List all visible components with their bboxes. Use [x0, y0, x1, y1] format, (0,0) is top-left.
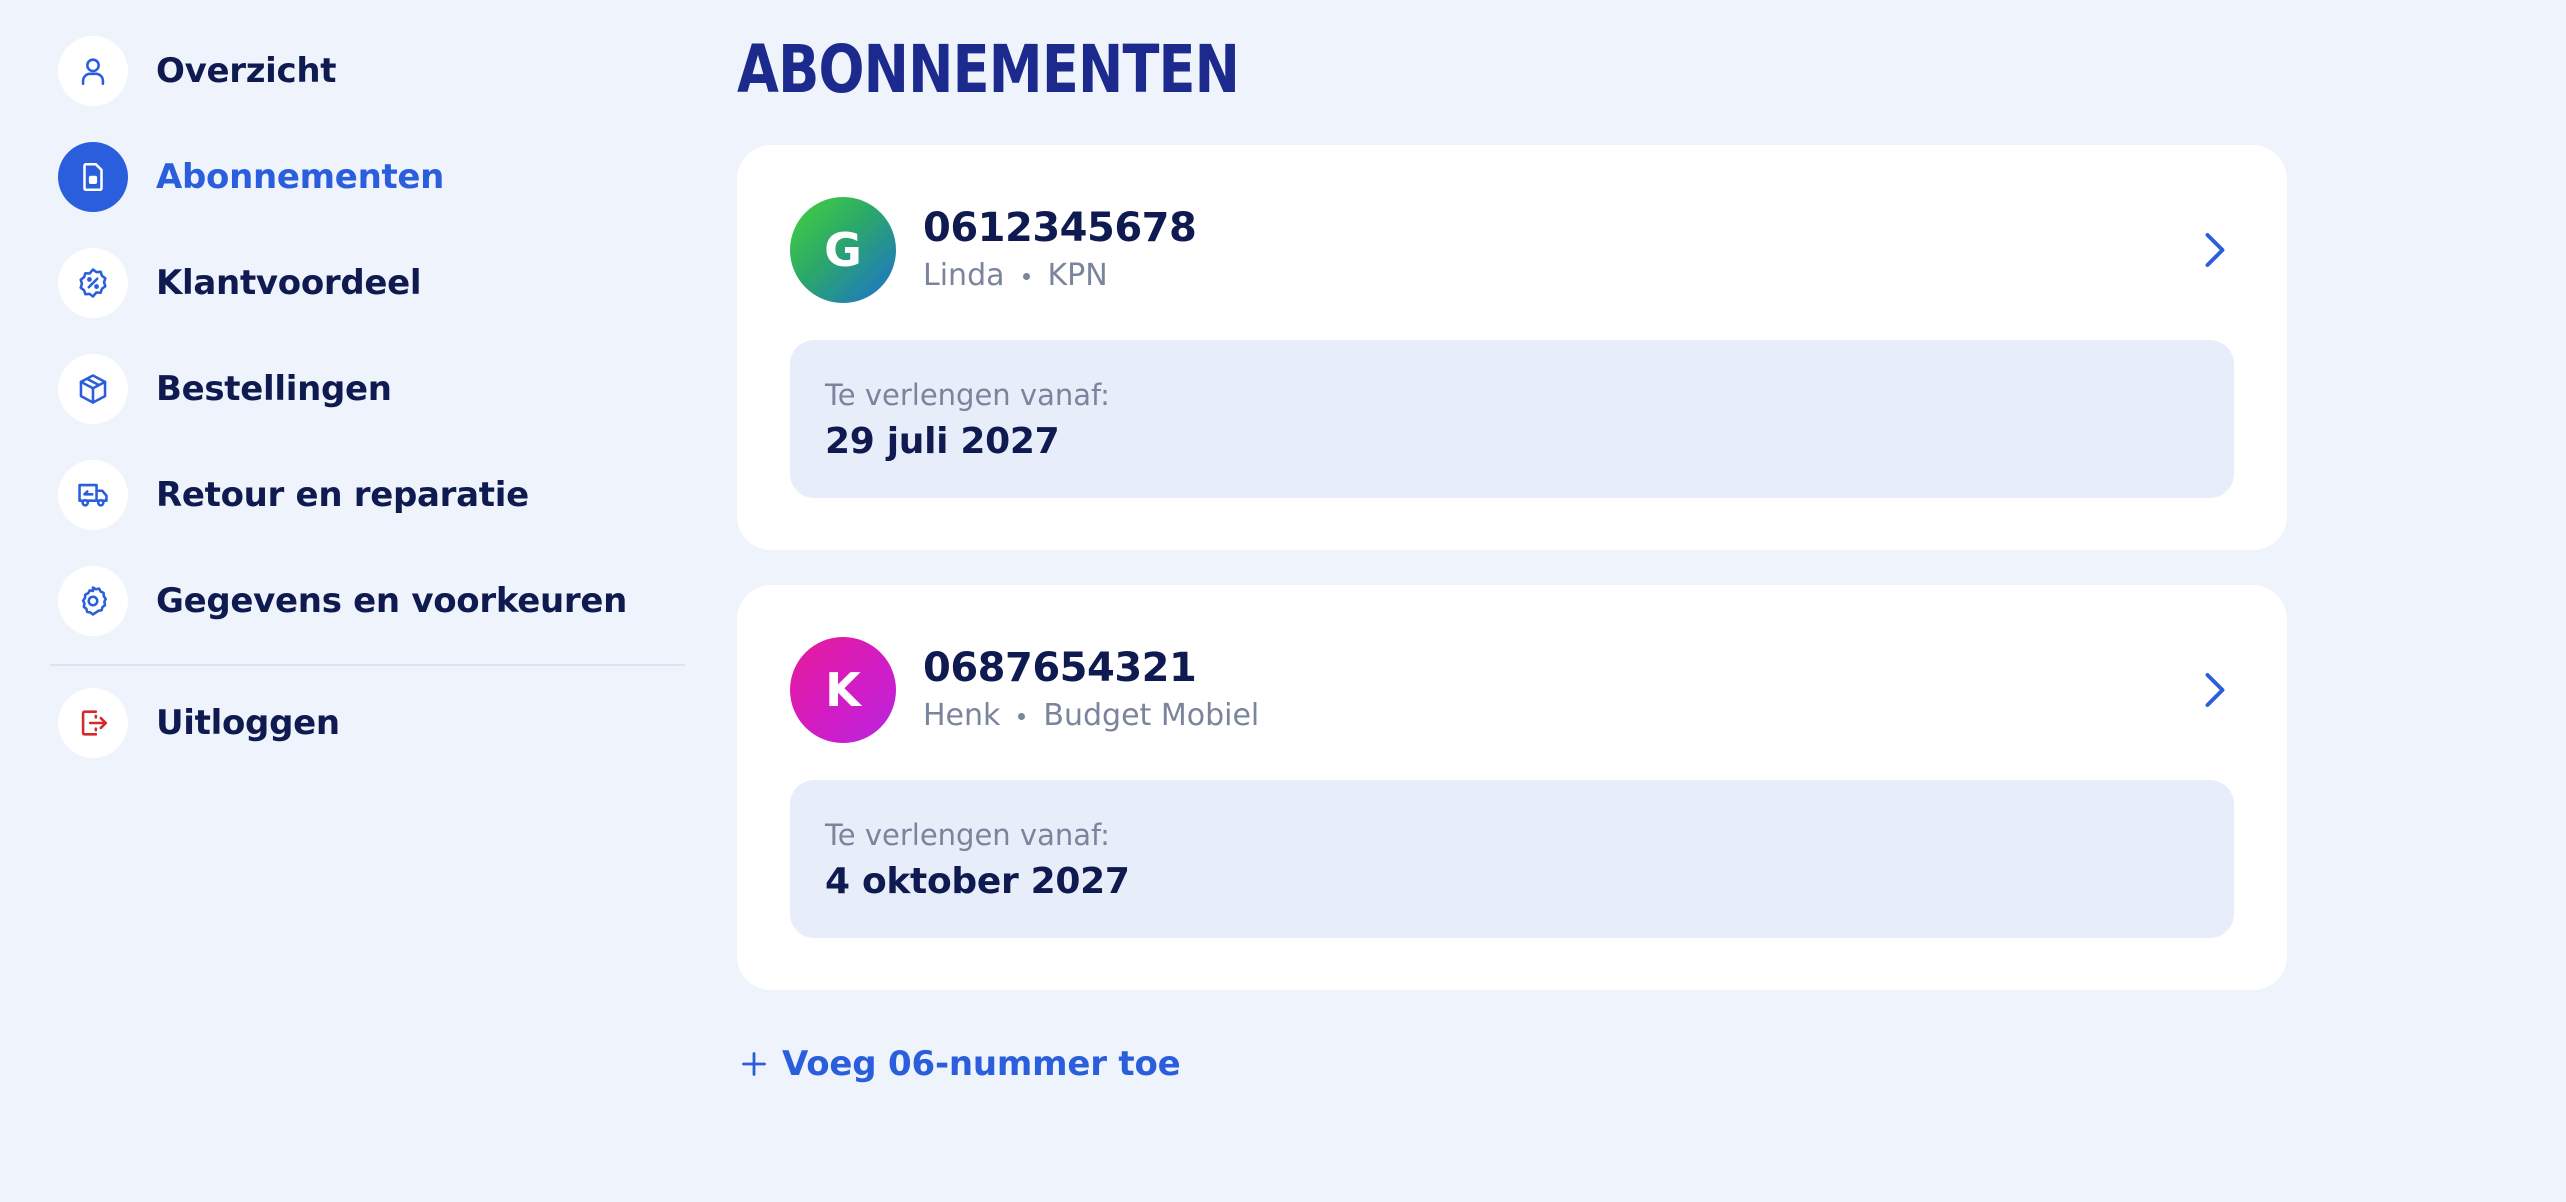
provider-name: KPN — [1047, 258, 1108, 293]
owner-name: Linda — [923, 258, 1005, 293]
subscription-info: 0612345678 Linda KPN — [923, 204, 1197, 296]
add-number-button[interactable]: Voeg 06-nummer toe — [740, 1044, 1181, 1084]
chevron-right-icon[interactable] — [2195, 670, 2235, 710]
subscription-card: K 0687654321 Henk Budget Mobiel Te verle… — [737, 585, 2287, 990]
subscription-info: 0687654321 Henk Budget Mobiel — [923, 644, 1259, 736]
separator-dot — [1018, 712, 1026, 720]
plus-icon — [740, 1050, 768, 1078]
renewal-date: 29 juli 2027 — [825, 421, 1060, 462]
sidebar-item-label: Bestellingen — [156, 369, 392, 409]
renewal-label: Te verlengen vanaf: — [825, 378, 1110, 412]
sim-card-icon — [58, 142, 128, 212]
page-title: ABONNEMENTEN — [737, 31, 1240, 108]
package-icon — [58, 354, 128, 424]
sidebar-item-retour-en-reparatie[interactable]: Retour en reparatie — [50, 460, 685, 530]
avatar: K — [790, 637, 896, 743]
sidebar-divider — [50, 664, 685, 666]
sidebar-item-gegevens-en-voorkeuren[interactable]: Gegevens en voorkeuren — [50, 566, 685, 636]
sidebar-item-klantvoordeel[interactable]: Klantvoordeel — [50, 248, 685, 318]
subscription-card: G 0612345678 Linda KPN Te verlengen vana… — [737, 145, 2287, 550]
return-truck-icon — [58, 460, 128, 530]
sidebar: Overzicht Abonnementen Klantvoordeel Bes… — [50, 36, 685, 794]
user-icon — [58, 36, 128, 106]
logout-button[interactable]: Uitloggen — [50, 688, 685, 758]
chevron-right-icon[interactable] — [2195, 230, 2235, 270]
logout-icon — [58, 688, 128, 758]
phone-number: 0612345678 — [923, 205, 1197, 251]
separator-dot — [1022, 272, 1030, 280]
sidebar-item-label: Gegevens en voorkeuren — [156, 581, 628, 621]
gear-icon — [58, 566, 128, 636]
subscription-header-link[interactable]: K 0687654321 Henk Budget Mobiel — [790, 637, 2227, 743]
sidebar-item-label: Overzicht — [156, 51, 337, 91]
sidebar-item-bestellingen[interactable]: Bestellingen — [50, 354, 685, 424]
sidebar-item-label: Klantvoordeel — [156, 263, 422, 303]
provider-name: Budget Mobiel — [1043, 698, 1260, 733]
renewal-info: Te verlengen vanaf: 29 juli 2027 — [790, 340, 2234, 498]
owner-name: Henk — [923, 698, 1001, 733]
discount-badge-icon — [58, 248, 128, 318]
sidebar-item-abonnementen[interactable]: Abonnementen — [50, 142, 685, 212]
avatar: G — [790, 197, 896, 303]
subscription-meta: Henk Budget Mobiel — [923, 696, 1259, 736]
logout-label: Uitloggen — [156, 703, 340, 743]
sidebar-item-label: Abonnementen — [156, 157, 445, 197]
sidebar-item-label: Retour en reparatie — [156, 475, 529, 515]
subscription-meta: Linda KPN — [923, 256, 1196, 296]
renewal-date: 4 oktober 2027 — [825, 861, 1130, 902]
sidebar-item-overzicht[interactable]: Overzicht — [50, 36, 685, 106]
renewal-label: Te verlengen vanaf: — [825, 818, 1110, 852]
add-number-label: Voeg 06-nummer toe — [782, 1044, 1181, 1084]
renewal-info: Te verlengen vanaf: 4 oktober 2027 — [790, 780, 2234, 938]
subscription-header-link[interactable]: G 0612345678 Linda KPN — [790, 197, 2227, 303]
phone-number: 0687654321 — [923, 645, 1197, 691]
